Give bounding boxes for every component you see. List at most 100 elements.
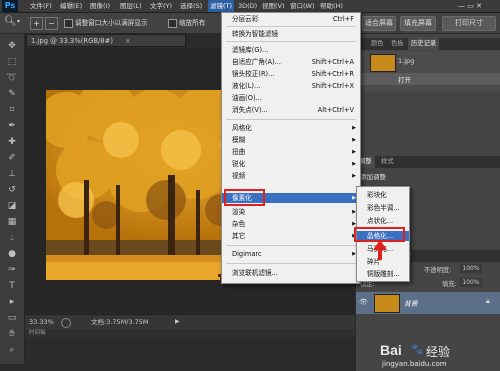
history-snapshot-thumbnail[interactable] <box>370 54 396 72</box>
menu-item-noise[interactable]: 杂色 ▶ <box>222 219 360 229</box>
zoom-all-checkbox[interactable] <box>168 19 177 28</box>
menu-type[interactable]: 文字(Y) <box>150 0 172 12</box>
brush-tool-icon[interactable]: ✐ <box>6 152 18 164</box>
opacity-field[interactable]: 100% <box>460 264 482 273</box>
tools-panel: ✥ ⬚ ➰ ✎ ⌗ ✒ ✚ ✐ ⊥ ↺ ◪ ▦ 💧︎ ● ✑ T ▸ ▭ ✋︎ … <box>0 34 25 364</box>
status-menu-arrow-icon[interactable]: ▶ <box>175 315 180 329</box>
submenu-arrow-icon: ▶ <box>352 137 356 143</box>
menu-item-oil-paint[interactable]: 油画(O)... <box>222 93 360 103</box>
menu-item-color-halftone[interactable]: 彩色半调... <box>357 203 409 213</box>
annotation-arrow-icon <box>373 240 387 260</box>
eye-icon[interactable]: 👁︎ <box>359 298 368 306</box>
chevron-down-icon[interactable]: ▾ <box>17 18 20 25</box>
zoom-in-icon[interactable]: + <box>30 17 43 30</box>
menu-item-mezzotint[interactable]: 铜版雕刻... <box>357 269 409 279</box>
tab-history[interactable]: 历史记录 <box>408 38 440 50</box>
shape-tool-icon[interactable]: ▭ <box>6 312 18 324</box>
blur-tool-icon[interactable]: 💧︎ <box>6 232 18 244</box>
gradient-tool-icon[interactable]: ▦ <box>6 216 18 228</box>
menu-view[interactable]: 视图(V) <box>262 0 285 12</box>
quick-select-tool-icon[interactable]: ✎ <box>6 88 18 100</box>
menu-item-blur[interactable]: 模糊 ▶ <box>222 135 360 145</box>
resize-windows-checkbox[interactable] <box>64 19 73 28</box>
history-step-row[interactable] <box>356 73 500 85</box>
move-tool-icon[interactable]: ✥ <box>6 40 18 52</box>
zoom-tool-icon[interactable]: ⌕ <box>6 344 18 356</box>
menu-window[interactable]: 窗口(W) <box>290 0 315 12</box>
crop-tool-icon[interactable]: ⌗ <box>6 104 18 116</box>
watermark-brand-cn: 经验 <box>426 345 451 359</box>
menu-separator <box>226 26 356 27</box>
menu-layer[interactable]: 图层(L) <box>120 0 142 12</box>
menu-help[interactable]: 帮助(H) <box>320 0 343 12</box>
resize-windows-label: 调整窗口大小以满屏显示 <box>75 19 148 27</box>
menu-item-stylize[interactable]: 风格化 ▶ <box>222 123 360 133</box>
lasso-tool-icon[interactable]: ➰ <box>6 72 18 84</box>
submenu-arrow-icon: ▶ <box>352 161 356 167</box>
menu-item-distort[interactable]: 扭曲 ▶ <box>222 147 360 157</box>
menu-item-adaptive-wide-angle[interactable]: 自适应广角(A)... Shift+Ctrl+A <box>222 57 360 67</box>
tab-swatches[interactable]: 色板 <box>388 38 407 50</box>
menu-filter[interactable]: 滤镜(T) <box>208 0 235 12</box>
close-icon[interactable]: × <box>125 35 131 48</box>
menu-item-liquify[interactable]: 液化(L)... Shift+Ctrl+X <box>222 81 360 91</box>
menu-item-digimarc[interactable]: Digimarc ▶ <box>222 249 360 259</box>
menu-item-clouds[interactable]: 分层云彩 Ctrl+F <box>222 14 360 24</box>
history-brush-tool-icon[interactable]: ↺ <box>6 184 18 196</box>
fill-screen-button[interactable]: 填充屏幕 <box>400 16 436 31</box>
status-info-icon[interactable] <box>61 318 71 328</box>
menu-edit[interactable]: 编辑(E) <box>60 0 82 12</box>
clone-stamp-tool-icon[interactable]: ⊥ <box>6 168 18 180</box>
menu-item-convert-smart-filter[interactable]: 转换为智能滤镜 <box>222 29 360 39</box>
watermark-brand: Bai <box>380 342 402 358</box>
menu-item-pointillize[interactable]: 点状化... <box>357 216 409 226</box>
fit-screen-button[interactable]: 适合屏幕 <box>362 16 396 31</box>
eraser-tool-icon[interactable]: ◪ <box>6 200 18 212</box>
tab-styles[interactable]: 样式 <box>378 156 397 168</box>
layer-row-background[interactable]: 👁︎ 背景 🔒︎ <box>356 292 500 314</box>
submenu-arrow-icon: ▶ <box>352 149 356 155</box>
marquee-tool-icon[interactable]: ⬚ <box>6 56 18 68</box>
zoom-tool-icon: 🔍︎ <box>4 16 17 27</box>
menu-select[interactable]: 选择(S) <box>180 0 202 12</box>
history-step-label: 打开 <box>398 76 411 84</box>
zoom-out-icon[interactable]: − <box>45 17 58 30</box>
annotation-box-pixelate <box>224 189 265 206</box>
menu-image[interactable]: 图像(I) <box>90 0 110 12</box>
fill-field[interactable]: 100% <box>460 278 482 287</box>
print-size-button[interactable]: 打印尺寸 <box>442 16 496 31</box>
dodge-tool-icon[interactable]: ● <box>6 248 18 260</box>
eyedropper-tool-icon[interactable]: ✒ <box>6 120 18 132</box>
path-select-tool-icon[interactable]: ▸ <box>6 296 18 308</box>
menu-item-browse-online-filters[interactable]: 浏览联机滤镜... <box>222 268 360 278</box>
window-controls[interactable]: — ▭ ✕ <box>458 0 498 12</box>
hand-tool-icon[interactable]: ✋︎ <box>6 328 18 340</box>
healing-brush-tool-icon[interactable]: ✚ <box>6 136 18 148</box>
tab-color[interactable]: 颜色 <box>368 38 387 50</box>
menu-item-facet[interactable]: 彩块化 <box>357 190 409 200</box>
menu-separator <box>226 263 356 264</box>
menu-file[interactable]: 文件(F) <box>30 0 52 12</box>
zoom-level[interactable]: 33.33% <box>29 315 54 329</box>
menu-item-filter-gallery[interactable]: 滤镜库(G)... <box>222 45 360 55</box>
type-tool-icon[interactable]: T <box>6 280 18 292</box>
filter-menu: 分层云彩 Ctrl+F 转换为智能滤镜 滤镜库(G)... 自适应广角(A)...… <box>221 12 361 284</box>
menu-item-render[interactable]: 渲染 ▶ <box>222 207 360 217</box>
menu-item-other[interactable]: 其它 ▶ <box>222 231 360 241</box>
menu-3d[interactable]: 3D(D) <box>238 0 257 12</box>
menu-separator <box>226 119 356 120</box>
paw-icon: 🐾︎ <box>410 343 424 356</box>
history-file-name: 1.jpg <box>398 57 415 65</box>
timeline-bar[interactable]: 时间轴 <box>25 329 355 338</box>
menu-item-sharpen[interactable]: 锐化 ▶ <box>222 159 360 169</box>
document-tab[interactable]: 1.jpg @ 33.3%(RGB/8#) × <box>26 34 186 47</box>
watermark-url: jingyan.baidu.com <box>382 360 447 368</box>
photoshop-logo-icon: Ps <box>2 0 18 12</box>
menu-item-video[interactable]: 视频 ▶ <box>222 171 360 181</box>
menu-item-vanishing-point[interactable]: 消失点(V)... Alt+Ctrl+V <box>222 105 360 115</box>
submenu-arrow-icon: ▶ <box>352 173 356 179</box>
pen-tool-icon[interactable]: ✑ <box>6 264 18 276</box>
baidu-jingyan-watermark: Bai 🐾︎ 经验 jingyan.baidu.com <box>380 340 500 371</box>
menu-separator <box>226 41 356 42</box>
menu-item-lens-correction[interactable]: 镜头校正(R)... Shift+Ctrl+R <box>222 69 360 79</box>
